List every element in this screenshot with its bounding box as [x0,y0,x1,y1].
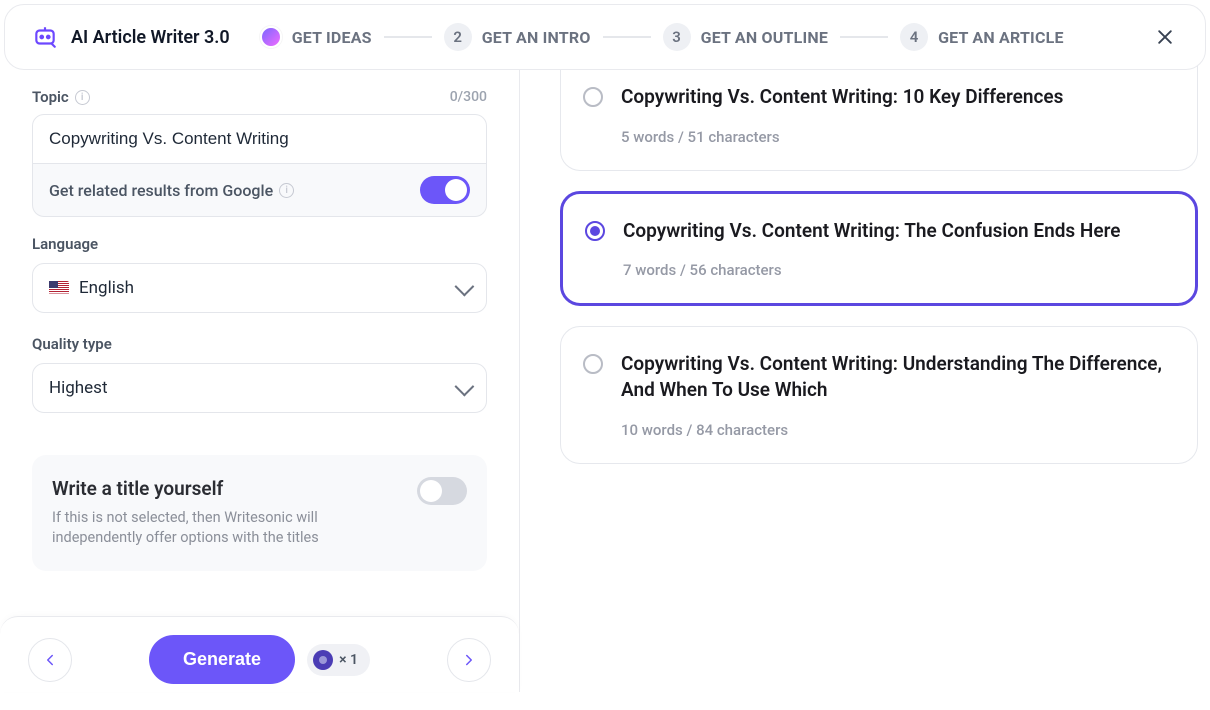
quality-select[interactable]: Highest [32,363,487,413]
result-meta: 5 words / 51 characters [621,128,1169,146]
result-title: Copywriting Vs. Content Writing: 10 Key … [621,84,1169,110]
step-divider [384,36,432,38]
result-card[interactable]: Copywriting Vs. Content Writing: The Con… [560,191,1198,307]
result-meta: 7 words / 56 characters [623,261,1167,279]
step-number: 3 [663,23,691,51]
quality-field: Quality type Highest [32,335,487,413]
prev-button[interactable] [28,638,72,682]
step-number: 2 [444,23,472,51]
write-title-card: Write a title yourself If this is not se… [32,455,487,571]
result-title: Copywriting Vs. Content Writing: Underst… [621,351,1169,402]
step-get-intro[interactable]: 2 GET AN INTRO [444,23,591,51]
step-get-article[interactable]: 4 GET AN ARTICLE [900,23,1064,51]
app-icon [31,23,59,51]
result-card[interactable]: Copywriting Vs. Content Writing: Underst… [560,326,1198,463]
result-title: Copywriting Vs. Content Writing: The Con… [623,218,1167,244]
generate-wrap: Generate × 1 [149,635,370,684]
flag-us-icon [49,281,69,295]
topic-label: Topic i [32,88,90,106]
chevron-down-icon [455,277,475,297]
app-title: AI Article Writer 3.0 [71,27,230,48]
result-card[interactable]: Copywriting Vs. Content Writing: 10 Key … [560,66,1198,171]
language-field: Language English [32,235,487,313]
credit-chip: × 1 [307,644,370,676]
main-content: Topic i 0/300 Get related results from G… [0,70,1210,692]
step-get-ideas[interactable]: GET IDEAS [260,26,372,48]
step-number: 4 [900,23,928,51]
credit-coin-icon [313,650,333,670]
step-label: GET AN ARTICLE [938,28,1064,47]
quality-value: Highest [49,378,108,398]
header-bar: AI Article Writer 3.0 GET IDEAS 2 GET AN… [4,4,1206,70]
topic-input[interactable] [32,114,487,164]
step-label: GET IDEAS [292,28,372,47]
language-value: English [79,278,134,298]
result-radio[interactable] [585,221,605,241]
topic-field: Topic i 0/300 Get related results from G… [32,88,487,217]
step-label: GET AN INTRO [482,28,591,47]
results-panel: Copywriting Vs. Content Writing: 10 Key … [520,70,1210,692]
language-label: Language [32,235,98,253]
generate-button[interactable]: Generate [149,635,295,684]
step-divider [603,36,651,38]
left-panel: Topic i 0/300 Get related results from G… [0,70,520,692]
next-button[interactable] [447,638,491,682]
topic-char-count: 0/300 [450,89,487,105]
chevron-down-icon [455,377,475,397]
left-footer: Generate × 1 [0,616,519,692]
step-get-outline[interactable]: 3 GET AN OUTLINE [663,23,828,51]
result-meta: 10 words / 84 characters [621,421,1169,439]
close-button[interactable] [1151,23,1179,51]
language-select[interactable]: English [32,263,487,313]
step-label: GET AN OUTLINE [701,28,828,47]
result-radio[interactable] [583,354,603,374]
step-indicator-active [260,26,282,48]
write-title-toggle[interactable] [417,477,467,505]
write-title-heading: Write a title yourself [52,477,332,500]
quality-label: Quality type [32,335,112,353]
info-icon[interactable]: i [279,183,294,198]
credit-text: × 1 [339,652,358,668]
result-radio[interactable] [583,87,603,107]
info-icon[interactable]: i [75,90,90,105]
google-results-label: Get related results from Google i [49,181,294,200]
step-divider [840,36,888,38]
google-results-row: Get related results from Google i [32,164,487,217]
google-results-toggle[interactable] [420,176,470,204]
write-title-desc: If this is not selected, then Writesonic… [52,508,332,549]
